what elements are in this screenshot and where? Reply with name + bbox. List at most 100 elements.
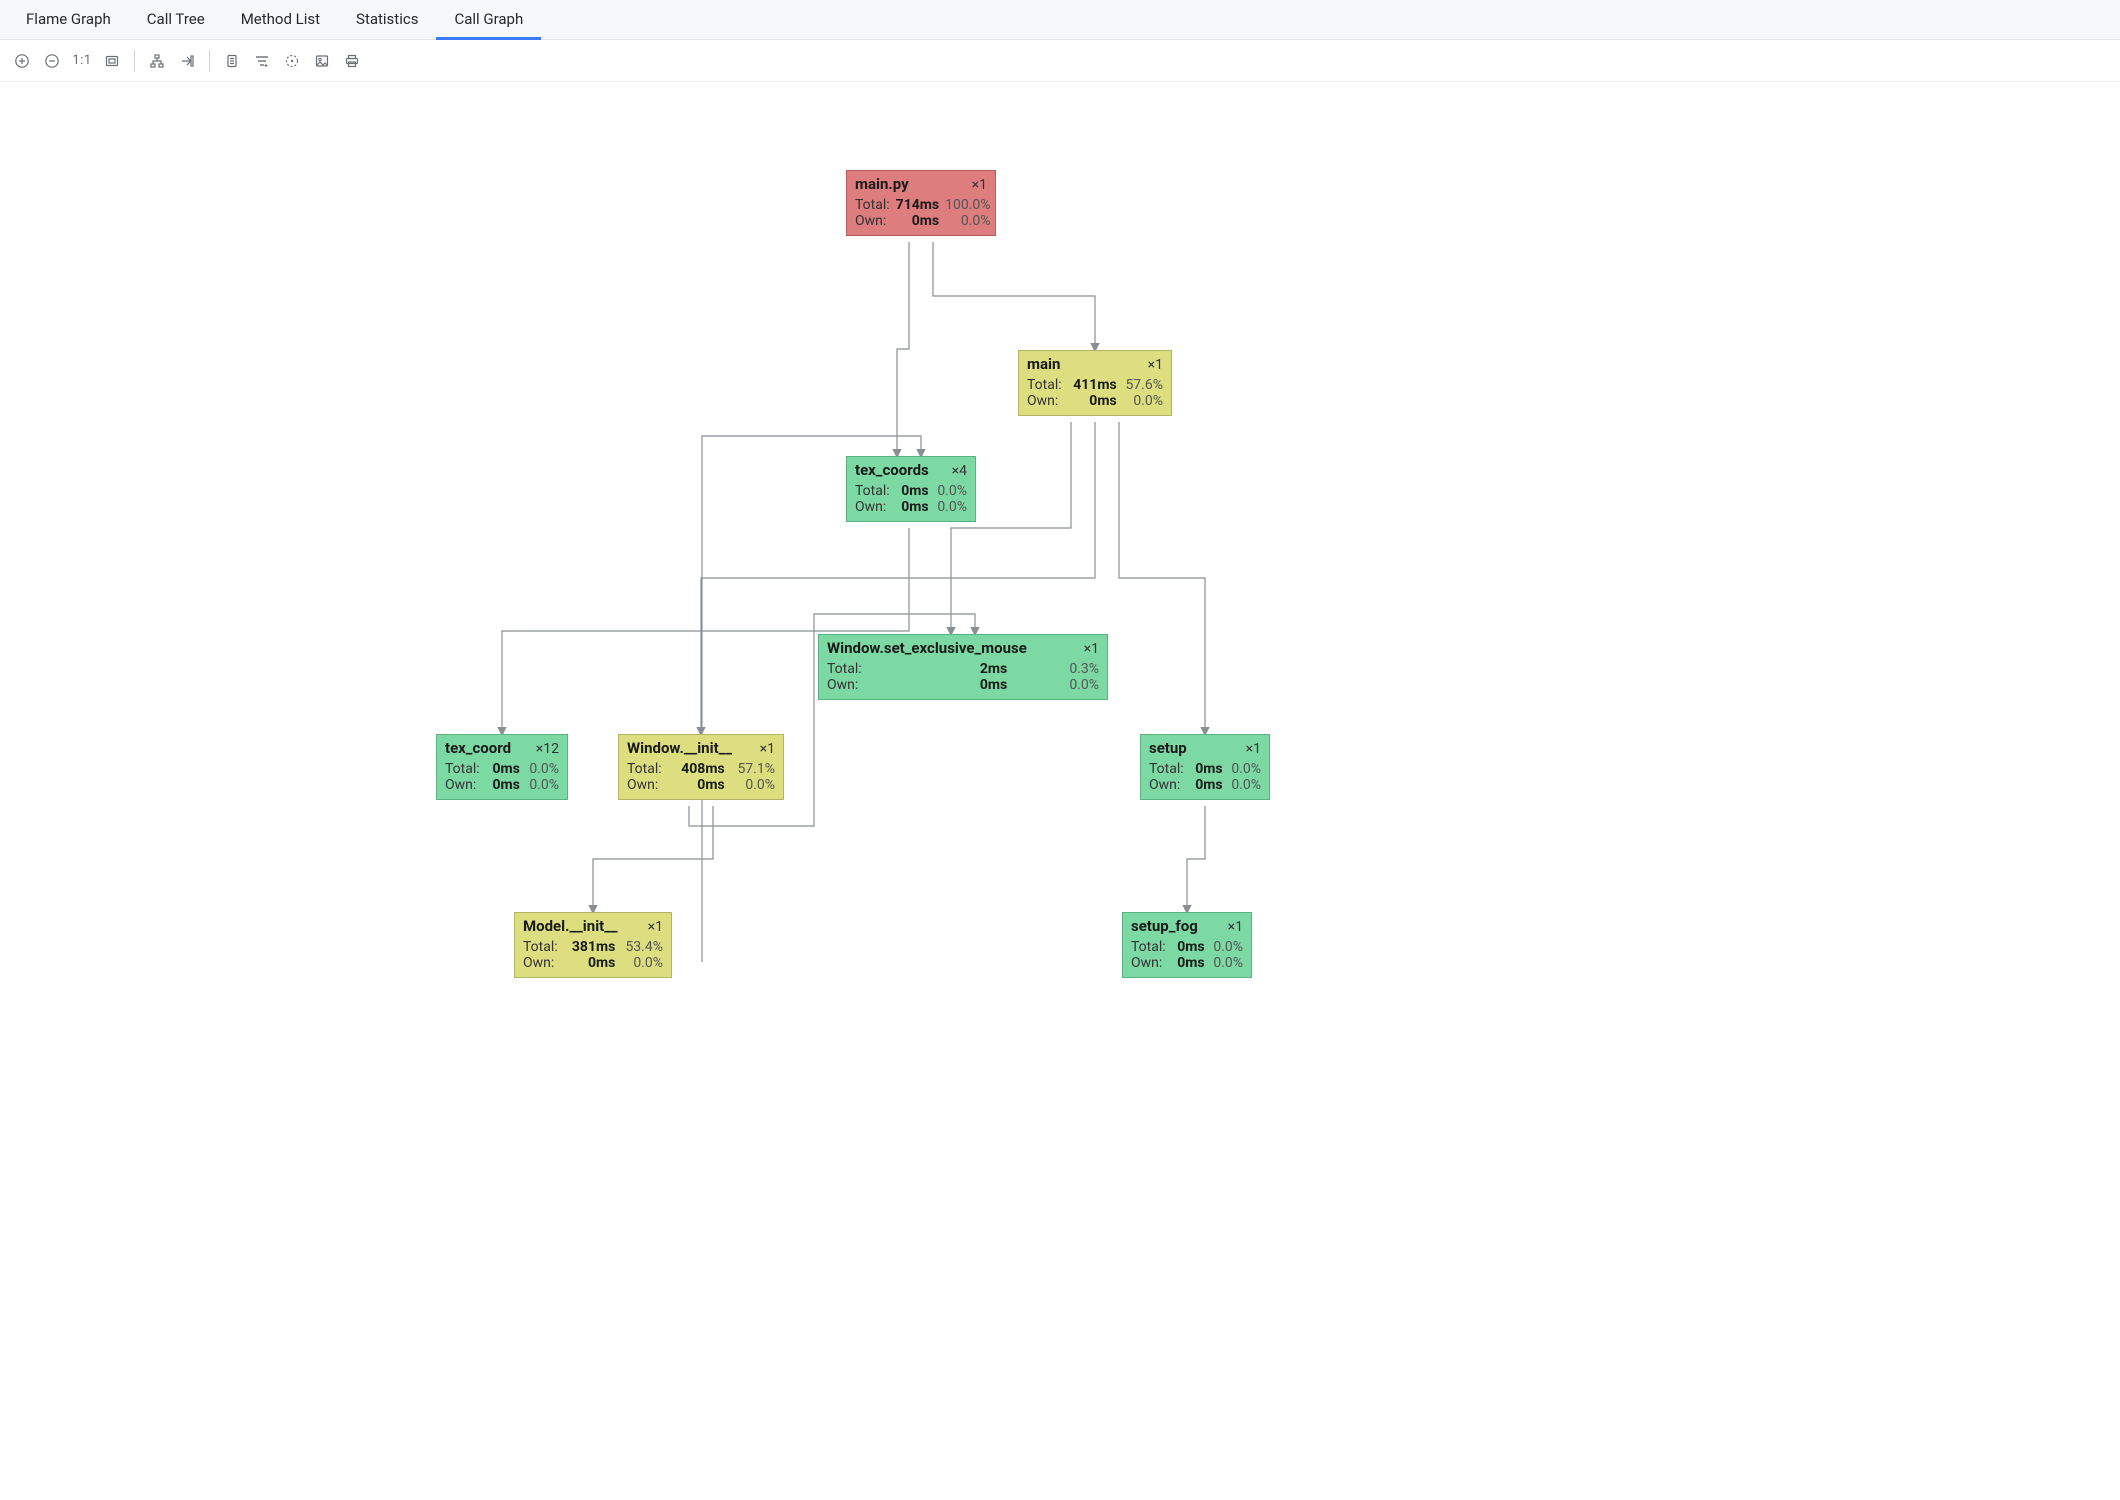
tab-flame-graph[interactable]: Flame Graph [8,0,129,40]
total-pct: 0.0% [935,483,967,499]
edge-main_fn-to-window_sem [951,422,1071,634]
total-label: Total: [523,939,562,955]
own-pct: 0.0% [945,213,990,229]
node-count: ×1 [1148,357,1163,373]
own-label: Own: [855,213,890,229]
total-label: Total: [855,483,892,499]
graph-edges [0,82,2120,962]
call-graph-canvas[interactable]: main.py ×1 Total: 714ms 100.0% Own: 0ms 0.0% mai… [0,82,2120,962]
total-pct: 0.0% [526,761,559,777]
tab-method-list[interactable]: Method List [223,0,338,40]
node-name: main.py [855,175,909,193]
own-time: 0ms [898,499,928,515]
own-pct: 0.0% [731,777,775,793]
zoom-one-to-one-button[interactable]: 1:1 [70,49,94,73]
total-time: 0ms [1174,939,1204,955]
call-node-main-py[interactable]: main.py×1Total:714ms100.0%Own:0ms0.0% [846,170,996,236]
total-time: 714ms [896,197,939,213]
own-time: 0ms [1174,955,1204,971]
node-name: Window.set_exclusive_mouse [827,639,1027,657]
call-node-main-fn[interactable]: main×1Total:411ms57.6%Own:0ms0.0% [1018,350,1172,416]
node-name: Model.__init__ [523,917,618,935]
node-name: setup [1149,739,1187,757]
zoom-out-button[interactable] [40,49,64,73]
call-node-window-sem[interactable]: Window.set_exclusive_mouse×1Total:2ms0.3… [818,634,1108,700]
total-pct: 0.0% [1229,761,1261,777]
node-name: Window.__init__ [627,739,732,757]
own-label: Own: [445,777,483,793]
edge-window_init-to-model_init [593,806,713,912]
tab-statistics[interactable]: Statistics [338,0,436,40]
node-name: setup_fog [1131,917,1198,935]
own-time: 0ms [674,777,724,793]
call-node-setup[interactable]: setup×1Total:0ms0.0%Own:0ms0.0% [1140,734,1270,800]
total-pct: 0.0% [1211,939,1243,955]
own-pct: 0.0% [935,499,967,515]
own-pct: 0.0% [1123,393,1163,409]
export-image-button[interactable] [310,49,334,73]
own-time: 0ms [924,677,1007,693]
copy-button[interactable] [220,49,244,73]
own-label: Own: [855,499,892,515]
edge-setup-to-setup_fog [1187,806,1205,912]
tab-call-tree[interactable]: Call Tree [129,0,223,40]
own-pct: 0.0% [1211,955,1243,971]
total-pct: 100.0% [945,197,990,213]
tab-call-graph[interactable]: Call Graph [436,0,541,40]
own-pct: 0.0% [1229,777,1261,793]
total-pct: 57.1% [731,761,775,777]
edge-main_fn-to-setup [1119,422,1205,734]
total-pct: 57.6% [1123,377,1163,393]
node-count: ×1 [1084,641,1099,657]
node-count: ×1 [760,741,775,757]
own-pct: 0.0% [526,777,559,793]
node-count: ×12 [536,741,559,757]
total-pct: 53.4% [621,939,663,955]
own-label: Own: [1027,393,1064,409]
node-count: ×1 [648,919,663,935]
node-name: main [1027,355,1060,373]
node-count: ×1 [1228,919,1243,935]
zoom-in-button[interactable] [10,49,34,73]
toolbar-separator [134,50,135,72]
total-time: 0ms [1192,761,1222,777]
own-time: 0ms [1192,777,1222,793]
focus-selection-button[interactable] [280,49,304,73]
total-label: Total: [1149,761,1186,777]
fit-to-window-button[interactable] [100,49,124,73]
own-label: Own: [627,777,668,793]
node-count: ×1 [972,177,987,193]
own-time: 0ms [489,777,520,793]
node-name: tex_coords [855,461,929,479]
total-time: 0ms [898,483,928,499]
filter-list-button[interactable] [250,49,274,73]
total-label: Total: [445,761,483,777]
call-node-window-init[interactable]: Window.__init__ ×1 Total: 408ms 57.1% Own: 0ms… [618,734,784,800]
node-name: tex_coord [445,739,511,757]
view-tabbar: Flame GraphCall TreeMethod ListStatistic… [0,0,2120,40]
node-count: ×1 [1246,741,1261,757]
layout-hierarchy-button[interactable] [145,49,169,73]
node-count: ×4 [952,463,967,479]
navigate-to-source-button[interactable] [175,49,199,73]
own-label: Own: [1131,955,1168,971]
total-label: Total: [1131,939,1168,955]
edge-main_py-to-tex_coords [897,242,909,456]
total-label: Total: [827,661,918,677]
total-time: 408ms [674,761,724,777]
total-pct: 0.3% [1013,661,1099,677]
call-node-model-init[interactable]: Model.__init__×1Total:381ms53.4%Own:0ms0… [514,912,672,978]
own-time: 0ms [568,955,616,971]
call-node-setup-fog[interactable]: setup_fog ×1 Total: 0ms 0.0% Own: 0ms 0.0% [1122,912,1252,978]
total-time: 0ms [489,761,520,777]
edge-tex_coords-to-tex_coord [502,528,909,734]
toolbar-separator [209,50,210,72]
own-pct: 0.0% [1013,677,1099,693]
own-time: 0ms [1070,393,1116,409]
call-node-tex-coord[interactable]: tex_coord ×12 Total: 0ms 0.0% Own: 0ms 0.0% [436,734,568,800]
call-node-tex-coords[interactable]: tex_coords ×4 Total: 0ms 0.0% Own: 0ms 0.0% [846,456,976,522]
total-label: Total: [855,197,890,213]
total-label: Total: [627,761,668,777]
total-time: 381ms [568,939,616,955]
print-button[interactable] [340,49,364,73]
